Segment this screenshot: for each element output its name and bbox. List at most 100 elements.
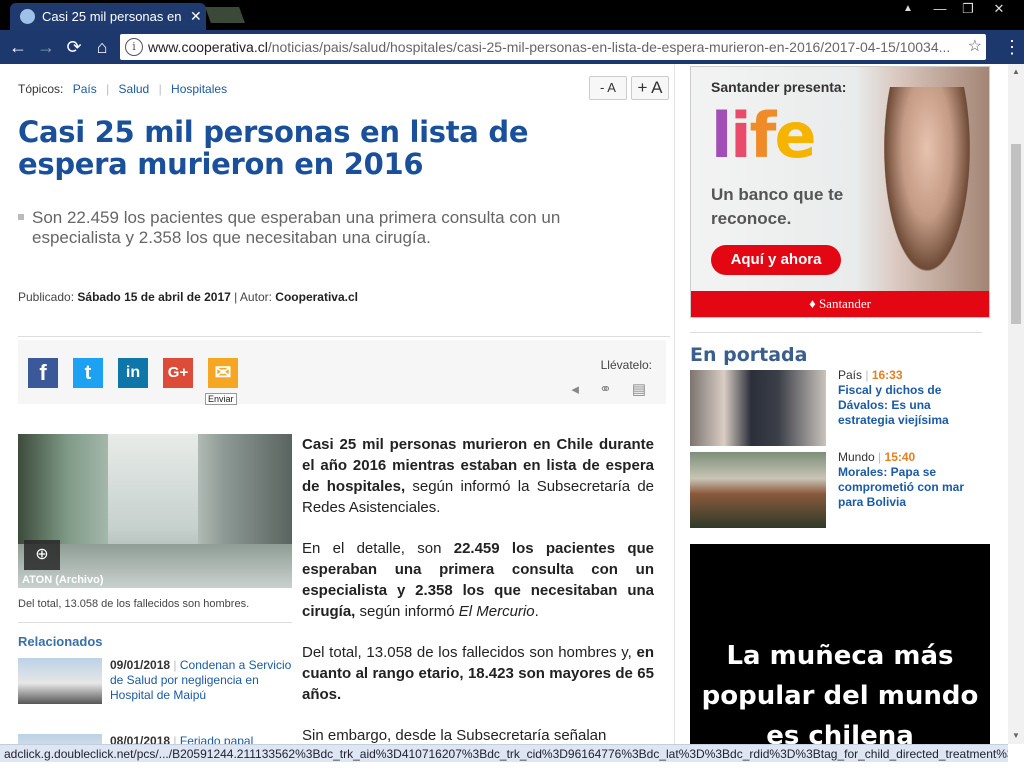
portada-thumbnail[interactable]	[690, 452, 826, 528]
forward-button[interactable]: →	[34, 30, 58, 64]
life-letter: i	[730, 99, 751, 172]
url-text: www.cooperativa.cl/noticias/pais/salud/h…	[148, 34, 958, 60]
topic-link-salud[interactable]: Salud	[119, 82, 150, 96]
portada-time: 15:40	[884, 450, 916, 464]
font-increase-button[interactable]: + A	[631, 76, 669, 100]
portada-section: Mundo	[838, 450, 875, 464]
tab-bar: Casi 25 mil personas en l ✕ ▲ — ❐ ✕	[0, 0, 1024, 30]
portada-time: 16:33	[871, 368, 903, 382]
browser-tab[interactable]: Casi 25 mil personas en l ✕	[10, 3, 206, 30]
body-paragraph-3: Del total, 13.058 de los fallecidos son …	[302, 642, 654, 705]
linkedin-icon[interactable]: in	[118, 358, 148, 388]
reload-button[interactable]: ⟳	[62, 30, 86, 64]
life-letter: f	[749, 99, 777, 172]
author-label: | Autor:	[234, 290, 272, 304]
photo-credit: ATON (Archivo)	[22, 574, 104, 586]
doll-ad[interactable]: La muñeca más popular del mundo es chile…	[690, 544, 990, 744]
favicon-icon	[20, 9, 35, 24]
portada-meta: País | 16:33 Fiscal y dichos de Dávalos:…	[838, 368, 978, 428]
body-paragraph-2: En el detalle, son 22.459 los pacientes …	[302, 538, 654, 622]
status-bar: adclick.g.doubleclick.net/pcs/.../B20591…	[0, 744, 1008, 762]
topics-label: Tópicos:	[18, 82, 64, 96]
profile-button[interactable]: ▲	[896, 0, 920, 20]
topics-bar: Tópicos: País | Salud | Hospitales	[18, 82, 227, 96]
en-portada-heading: En portada	[690, 344, 808, 366]
body-paragraph-4: Sin embargo, desde la Subsecretaría seña…	[302, 727, 607, 744]
vertical-scrollbar[interactable]: ▲ ▼	[1008, 64, 1024, 744]
zoom-icon[interactable]: ⊕	[24, 540, 60, 570]
bookmark-star-icon[interactable]: ☆	[968, 34, 982, 60]
portada-separator: |	[865, 368, 869, 382]
address-bar[interactable]: i www.cooperativa.cl/noticias/pais/salud…	[120, 34, 986, 60]
body-text: En el detalle, son	[302, 540, 454, 557]
author-name: Cooperativa.cl	[275, 290, 358, 304]
scroll-up-icon[interactable]: ▲	[1008, 64, 1024, 80]
article-body: Casi 25 mil personas murieron en Chile d…	[302, 434, 654, 744]
santander-ad[interactable]: Santander presenta: life Un banco que te…	[690, 66, 990, 318]
topic-separator: |	[158, 82, 162, 96]
portada-thumbnail[interactable]	[690, 370, 826, 446]
close-window-button[interactable]: ✕	[984, 0, 1014, 20]
ad-pre-text: Santander presenta:	[711, 79, 847, 95]
home-button[interactable]: ⌂	[90, 30, 114, 64]
portada-link[interactable]: Morales: Papa se comprometió con mar par…	[838, 465, 978, 510]
email-icon[interactable]: ✉	[208, 358, 238, 388]
body-paragraph-1: Casi 25 mil personas murieron en Chile d…	[302, 434, 654, 518]
article-summary: Son 22.459 los pacientes que esperaban u…	[18, 208, 638, 248]
facebook-icon[interactable]: f	[28, 358, 58, 388]
portada-section: País	[838, 368, 863, 382]
scrollbar-thumb[interactable]	[1011, 144, 1021, 324]
browser-menu-icon[interactable]: ⋮	[1000, 30, 1024, 64]
summary-bullet	[18, 214, 24, 220]
portada-meta: Mundo | 15:40 Morales: Papa se compromet…	[838, 450, 978, 510]
portada-link[interactable]: Fiscal y dichos de Dávalos: Es una estra…	[838, 383, 978, 428]
related-text: 08/01/2018 | Feriado papal	[110, 734, 294, 744]
ad-tagline: Un banco que te reconoce.	[711, 185, 844, 228]
published-date: Sábado 15 de abril de 2017	[77, 290, 231, 304]
photo-caption: Del total, 13.058 de los fallecidos son …	[18, 598, 250, 610]
related-link[interactable]: Feriado papal	[180, 734, 253, 744]
related-thumbnail[interactable]	[18, 658, 102, 704]
llevatelo-label: Llévatelo:	[600, 358, 652, 372]
new-tab-button[interactable]	[205, 7, 245, 23]
email-tooltip: Enviar	[205, 393, 237, 405]
body-italic: El Mercurio	[458, 603, 535, 620]
topic-separator: |	[106, 82, 110, 96]
back-button[interactable]: ←	[6, 30, 30, 64]
font-decrease-button[interactable]: - A	[589, 76, 627, 100]
body-text: .	[534, 603, 539, 620]
twitter-icon[interactable]: t	[73, 358, 103, 388]
body-text: según informó	[355, 603, 459, 620]
ad-santander-footer: ♦ Santander	[691, 291, 989, 317]
divider	[18, 336, 670, 337]
related-date: 09/01/2018	[110, 658, 171, 672]
share-bar: f t in G+ ✉ Enviar Llévatelo: ◂ ⚭ ▤	[18, 340, 666, 405]
minimize-button[interactable]: —	[926, 0, 954, 20]
tab-close-icon[interactable]: ✕	[190, 3, 202, 30]
ad-woman-image	[877, 87, 977, 291]
topic-link-pais[interactable]: País	[73, 82, 97, 96]
page-viewport: Tópicos: País | Salud | Hospitales - A +…	[0, 64, 1008, 744]
article-photo[interactable]: ⊕ ATON (Archivo)	[18, 434, 292, 588]
portada-separator: |	[878, 450, 882, 464]
doll-ad-text: La muñeca más popular del mundo es chile…	[701, 641, 979, 744]
tab-title: Casi 25 mil personas en l	[42, 9, 182, 24]
body-text: Del total, 13.058 de los fallecidos son …	[302, 644, 637, 661]
info-icon[interactable]: i	[125, 38, 143, 56]
related-date: 08/01/2018	[110, 734, 171, 744]
divider	[690, 332, 982, 333]
life-letter: l	[711, 99, 732, 172]
related-thumbnail[interactable]	[18, 734, 102, 744]
topic-link-hospitales[interactable]: Hospitales	[171, 82, 227, 96]
googleplus-icon[interactable]: G+	[163, 358, 193, 388]
article-column: Tópicos: País | Salud | Hospitales - A +…	[4, 64, 675, 744]
related-text: 09/01/2018 | Condenan a Servicio de Salu…	[110, 658, 294, 703]
related-heading: Relacionados	[18, 634, 103, 649]
scroll-down-icon[interactable]: ▼	[1008, 728, 1024, 744]
ad-cta-button[interactable]: Aquí y ahora	[711, 245, 841, 275]
related-separator: |	[173, 658, 177, 672]
summary-text: Son 22.459 los pacientes que esperaban u…	[32, 208, 561, 247]
article-title: Casi 25 mil personas en lista de espera …	[18, 115, 529, 181]
maximize-button[interactable]: ❐	[954, 0, 982, 20]
llevatelo-icons[interactable]: ◂ ⚭ ▤	[571, 380, 654, 398]
